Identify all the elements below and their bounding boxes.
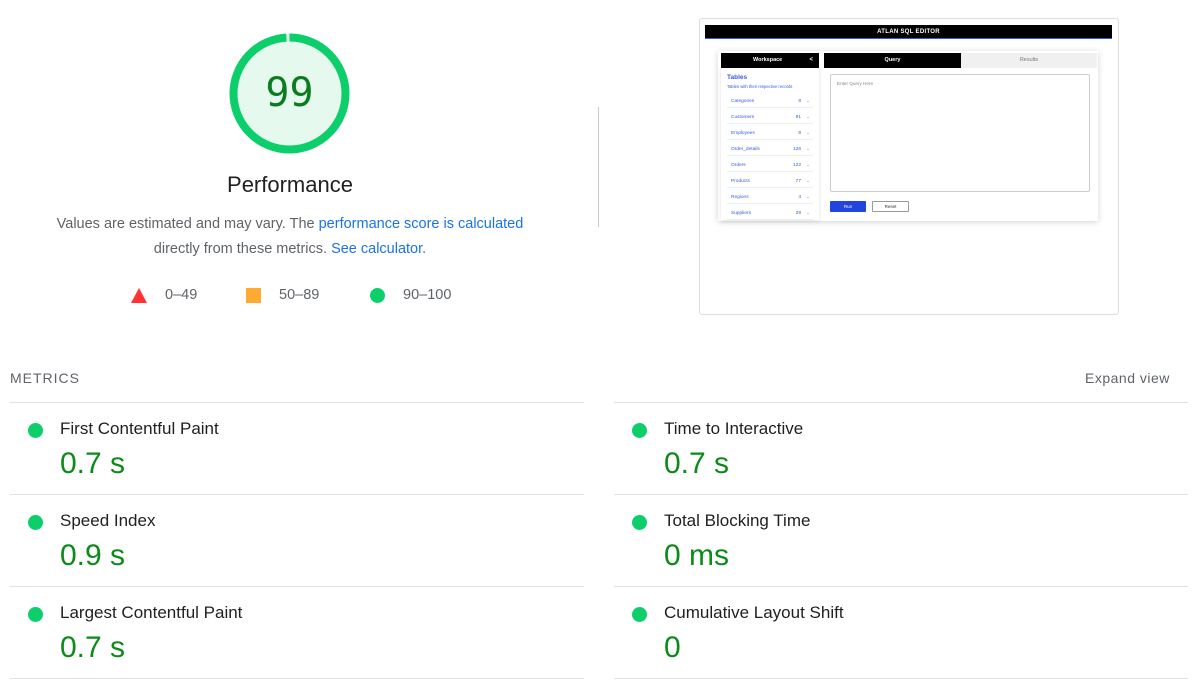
metric-name: Time to Interactive <box>664 419 804 438</box>
pass-circle-icon <box>28 515 43 530</box>
thumb-table-count: 29 <box>795 211 801 216</box>
thumb-table-row: Customers 91 ⌄ <box>727 112 813 124</box>
metric-value: 0.7 s <box>60 631 126 664</box>
metric-name: Total Blocking Time <box>664 511 811 530</box>
thumb-table-row: Orders 122 ⌄ <box>727 160 813 172</box>
metric-total-blocking-time: Total Blocking Time 0 ms <box>614 495 1188 587</box>
metric-speed-index: Speed Index 0.9 s <box>10 495 584 587</box>
performance-score-link[interactable]: performance score is calculated <box>319 216 524 232</box>
metric-name: First Contentful Paint <box>60 419 219 438</box>
chevron-down-icon: ⌄ <box>805 163 810 168</box>
circle-icon <box>370 287 385 303</box>
final-screenshot-thumbnail[interactable]: ATLAN SQL EDITOR Workspace < Query Resul… <box>699 18 1119 315</box>
chevron-down-icon: ⌄ <box>805 179 810 184</box>
thumb-editor-placeholder: Enter Query Here <box>837 81 873 86</box>
thumb-table-count: 91 <box>795 115 801 120</box>
thumb-app-header: ATLAN SQL EDITOR <box>705 25 1112 39</box>
performance-title: Performance <box>227 172 353 197</box>
thumb-table-count: 8 <box>798 99 801 104</box>
thumb-workspace-label: Workspace <box>753 57 783 63</box>
legend-item-average: 50–89 <box>246 285 319 305</box>
thumb-table-row: Order_details 126 ⌄ <box>727 144 813 156</box>
description-text: Values are estimated and may vary. The <box>56 216 319 232</box>
description-text-2: directly from these metrics. <box>153 241 332 257</box>
metrics-heading: METRICS <box>10 370 80 386</box>
metric-time-to-interactive: Time to Interactive 0.7 s <box>614 403 1188 495</box>
metrics-divider <box>10 678 584 679</box>
chevron-down-icon: ⌄ <box>805 115 810 120</box>
legend-label-pass: 90–100 <box>403 287 452 303</box>
performance-score-gauge: 99 <box>229 33 350 154</box>
chevron-down-icon: ⌄ <box>805 147 810 152</box>
metric-cumulative-layout-shift: Cumulative Layout Shift 0 <box>614 587 1188 679</box>
thumb-table-name: Regions <box>731 195 749 200</box>
thumb-table-count: 9 <box>798 131 801 136</box>
thumb-table-count: 4 <box>798 195 801 200</box>
thumb-table-count: 77 <box>795 179 801 184</box>
vertical-divider <box>598 107 599 227</box>
legend-label-average: 50–89 <box>279 287 320 303</box>
triangle-icon <box>131 287 147 303</box>
thumb-tables-title: Tables <box>727 74 748 81</box>
thumb-table-name: Order_details <box>731 147 760 152</box>
metric-name: Largest Contentful Paint <box>60 603 243 622</box>
pass-circle-icon <box>632 423 647 438</box>
thumb-table-row: Suppliers 29 ⌄ <box>727 208 813 220</box>
metric-value: 0.7 s <box>60 447 126 480</box>
thumb-reset-button: Reset <box>872 201 909 212</box>
thumb-table-row: Products 77 ⌄ <box>727 176 813 188</box>
pass-circle-icon <box>28 423 43 438</box>
legend-item-pass: 90–100 <box>370 285 451 305</box>
legend-label-fail: 0–49 <box>165 287 198 303</box>
thumb-workspace-bar: Workspace < <box>721 53 819 68</box>
thumb-table-name: Employees <box>731 131 755 136</box>
thumb-tab-query: Query <box>824 53 961 68</box>
thumb-table-name: Customers <box>731 115 755 120</box>
score-description: Values are estimated and may vary. The p… <box>40 212 540 262</box>
thumb-tab-results: Results <box>961 53 1097 68</box>
thumb-tables-subtitle: Tables with their respective records <box>727 84 793 89</box>
thumb-table-name: Categories <box>731 99 755 104</box>
pass-circle-icon <box>28 607 43 622</box>
square-icon <box>246 287 261 303</box>
metric-value: 0.9 s <box>60 539 126 572</box>
thumb-collapse-icon: < <box>809 57 813 63</box>
chevron-down-icon: ⌄ <box>805 99 810 104</box>
chevron-down-icon: ⌄ <box>805 131 810 136</box>
thumb-table-row: Categories 8 ⌄ <box>727 96 813 108</box>
metrics-divider <box>614 678 1188 679</box>
chevron-down-icon: ⌄ <box>805 211 810 216</box>
thumb-table-row: Employees 9 ⌄ <box>727 128 813 140</box>
thumb-table-name: Orders <box>731 163 746 168</box>
performance-score-value: 99 <box>265 70 314 116</box>
thumb-table-name: Suppliers <box>731 211 751 216</box>
pass-circle-icon <box>632 607 647 622</box>
pass-circle-icon <box>632 515 647 530</box>
thumb-table-count: 122 <box>792 163 801 168</box>
metric-first-contentful-paint: First Contentful Paint 0.7 s <box>10 403 584 495</box>
thumb-table-row: Regions 4 ⌄ <box>727 192 813 204</box>
thumb-table-name: Products <box>731 179 750 184</box>
metric-value: 0.7 s <box>664 447 730 480</box>
thumb-run-button: Run <box>830 201 866 212</box>
chevron-down-icon: ⌄ <box>805 195 810 200</box>
metric-name: Speed Index <box>60 511 156 530</box>
metric-name: Cumulative Layout Shift <box>664 603 844 622</box>
metric-value: 0 <box>664 631 681 664</box>
expand-view-toggle[interactable]: Expand view <box>1085 370 1170 386</box>
metric-value: 0 ms <box>664 539 730 572</box>
see-calculator-link[interactable]: See calculator <box>331 241 422 257</box>
thumb-tables-sidebar: Tables Tables with their respective reco… <box>721 68 819 220</box>
description-period: . <box>422 241 427 257</box>
thumb-table-count: 126 <box>792 147 801 152</box>
metric-largest-contentful-paint: Largest Contentful Paint 0.7 s <box>10 587 584 679</box>
thumb-query-editor: Enter Query Here <box>830 74 1090 192</box>
legend-item-fail: 0–49 <box>131 285 197 305</box>
